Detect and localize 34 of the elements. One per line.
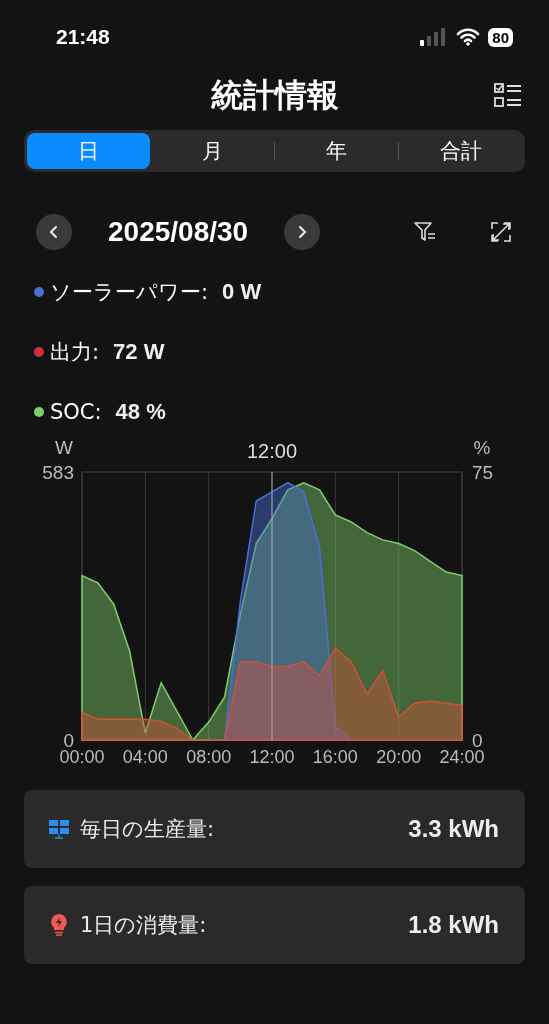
next-day-button[interactable] [284, 214, 321, 250]
legend-label: 出力: [50, 339, 100, 366]
y-axis-tick-label: 583 [42, 462, 74, 483]
legend-value: 72 W [113, 339, 165, 365]
legend-value: 48 % [115, 399, 166, 425]
x-axis-tick-label: 04:00 [122, 747, 168, 767]
y-axis-tick-label: 75 [472, 462, 494, 483]
card-value: 1.8 kWh [408, 911, 499, 939]
legend-label: SOC: [50, 400, 102, 424]
period-tab[interactable]: 年 [275, 133, 398, 169]
x-axis-tick-label: 20:00 [376, 747, 422, 767]
battery-indicator: 80 [488, 27, 513, 47]
right-axis-unit: % [473, 437, 491, 458]
expand-icon[interactable] [489, 220, 513, 244]
lightbulb-icon [48, 913, 70, 937]
solar-panel-icon [48, 818, 70, 840]
left-axis-unit: W [55, 437, 73, 458]
period-tab[interactable]: 合計 [399, 133, 522, 169]
date-label: 2025/08/30 [108, 216, 249, 248]
x-axis-tick-label: 16:00 [312, 747, 358, 767]
screen-title: 統計情報 [210, 75, 339, 116]
x-axis-tick-label: 08:00 [186, 747, 232, 767]
period-tab[interactable]: 月 [151, 133, 274, 169]
x-axis-tick-label: 12:00 [249, 747, 295, 767]
card-label: 毎日の生産量: [80, 816, 215, 843]
legend-label: ソーラーパワー: [50, 279, 209, 306]
status-time: 21:48 [56, 25, 110, 49]
legend-value: 0 W [222, 279, 262, 305]
filter-icon[interactable] [413, 220, 437, 244]
wifi-icon [456, 28, 481, 46]
cursor-time-label: 12:00 [246, 440, 298, 462]
previous-day-button[interactable] [36, 214, 72, 250]
card-label: 1日の消費量: [80, 912, 207, 939]
card-value: 3.3 kWh [408, 815, 499, 843]
